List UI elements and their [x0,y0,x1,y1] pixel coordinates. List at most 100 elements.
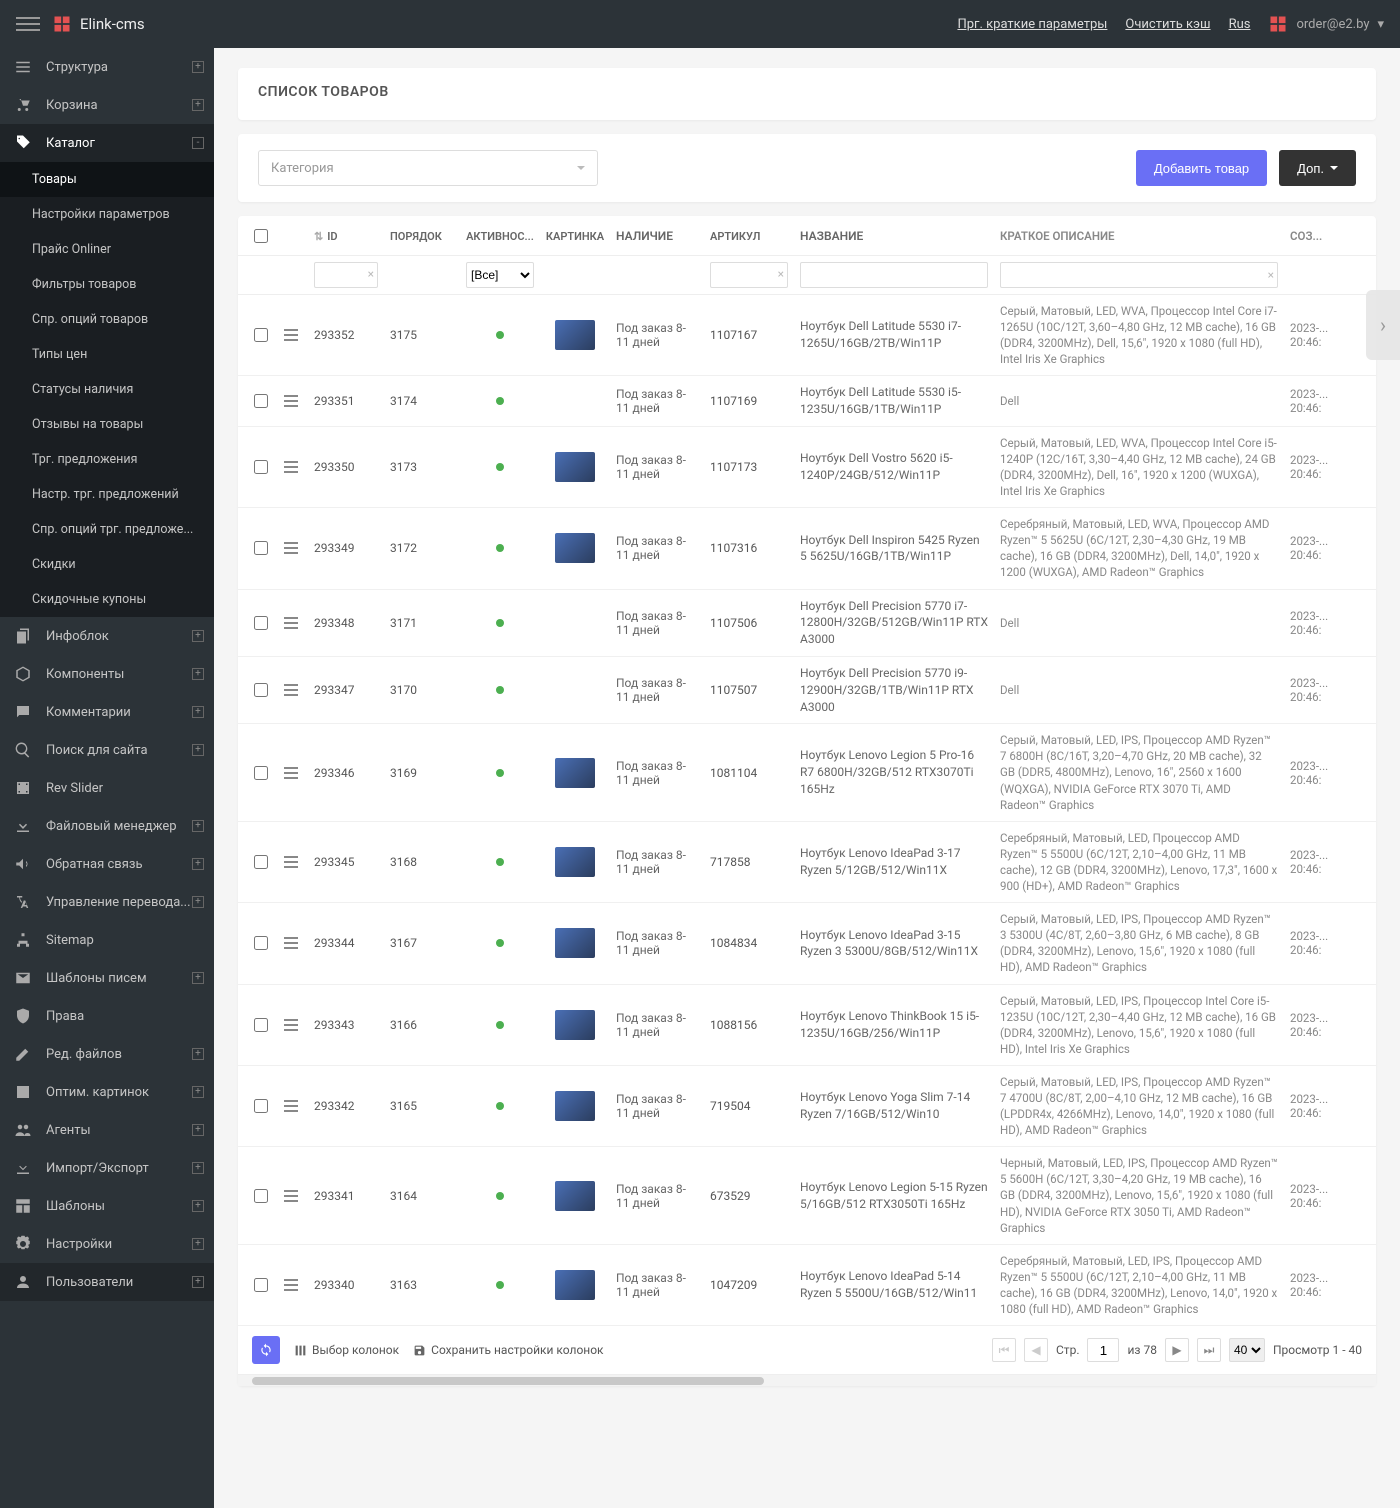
sidebar-subitem[interactable]: Спр. опций товаров [0,302,214,337]
expand-icon[interactable]: + [192,668,204,680]
horizontal-scrollbar[interactable] [238,1374,1376,1386]
sidebar-item[interactable]: Управление перевода...+ [0,883,214,921]
select-columns-button[interactable]: Выбор колонок [294,1343,399,1357]
row-checkbox[interactable] [254,1018,268,1032]
sidebar-item[interactable]: Структура+ [0,48,214,86]
sidebar-subitem[interactable]: Трг. предложения [0,442,214,477]
table-row[interactable]: 293341 3164 Под заказ 8-11 дней 673529 Н… [238,1147,1376,1244]
drag-handle-icon[interactable] [284,684,298,696]
table-row[interactable]: 293346 3169 Под заказ 8-11 дней 1081104 … [238,724,1376,821]
sidebar-item[interactable]: Sitemap [0,921,214,959]
sidebar-item[interactable]: Файловый менеджер+ [0,807,214,845]
table-row[interactable]: 293340 3163 Под заказ 8-11 дней 1047209 … [238,1245,1376,1326]
sidebar-item[interactable]: Инфоблок+ [0,617,214,655]
drag-handle-icon[interactable] [284,329,298,341]
sidebar-subitem[interactable]: Скидочные купоны [0,582,214,617]
drag-handle-icon[interactable] [284,542,298,554]
row-checkbox[interactable] [254,1278,268,1292]
filter-desc-input[interactable] [1000,262,1278,288]
sidebar-item[interactable]: Агенты+ [0,1111,214,1149]
sidebar-item[interactable]: Корзина+ [0,86,214,124]
expand-icon[interactable]: - [192,137,204,149]
drag-handle-icon[interactable] [284,395,298,407]
sidebar-item[interactable]: Компоненты+ [0,655,214,693]
row-checkbox[interactable] [254,766,268,780]
expand-icon[interactable]: + [192,1200,204,1212]
row-checkbox[interactable] [254,616,268,630]
table-row[interactable]: 293347 3170 Под заказ 8-11 дней 1107507 … [238,657,1376,724]
save-columns-button[interactable]: Сохранить настройки колонок [413,1343,603,1357]
drag-handle-icon[interactable] [284,1279,298,1291]
sidebar-item[interactable]: Оптим. картинок+ [0,1073,214,1111]
sidebar-item[interactable]: Комментарии+ [0,693,214,731]
sidebar-subitem[interactable]: Типы цен [0,337,214,372]
row-checkbox[interactable] [254,1189,268,1203]
sidebar-subitem[interactable]: Скидки [0,547,214,582]
table-row[interactable]: 293350 3173 Под заказ 8-11 дней 1107173 … [238,427,1376,508]
filter-name-input[interactable] [800,262,988,288]
page-number-input[interactable] [1087,1338,1119,1362]
expand-icon[interactable]: + [192,1162,204,1174]
lang-link[interactable]: Rus [1229,17,1251,32]
expand-icon[interactable]: + [192,99,204,111]
sidebar-subitem[interactable]: Спр. опций трг. предложе... [0,512,214,547]
drag-handle-icon[interactable] [284,1100,298,1112]
page-prev-button[interactable]: ◀ [1024,1338,1048,1362]
clear-filter-desc[interactable]: × [1268,267,1274,284]
sidebar-subitem[interactable]: Статусы наличия [0,372,214,407]
expand-icon[interactable]: + [192,630,204,642]
sidebar-item[interactable]: Пользователи+ [0,1263,214,1301]
sidebar-subitem[interactable]: Отзывы на товары [0,407,214,442]
row-checkbox[interactable] [254,328,268,342]
sidebar-item[interactable]: Права [0,997,214,1035]
sidebar-item[interactable]: Обратная связь+ [0,845,214,883]
row-checkbox[interactable] [254,855,268,869]
table-row[interactable]: 293342 3165 Под заказ 8-11 дней 719504 Н… [238,1066,1376,1147]
drag-handle-icon[interactable] [284,856,298,868]
sidebar-subitem[interactable]: Настройки параметров [0,197,214,232]
row-checkbox[interactable] [254,394,268,408]
row-checkbox[interactable] [254,541,268,555]
sidebar-item[interactable]: Шаблоны писем+ [0,959,214,997]
page-last-button[interactable]: ⏭ [1197,1338,1221,1362]
table-row[interactable]: 293348 3171 Под заказ 8-11 дней 1107506 … [238,590,1376,657]
sidebar-item[interactable]: Шаблоны+ [0,1187,214,1225]
drag-handle-icon[interactable] [284,617,298,629]
sidebar-subitem[interactable]: Товары [0,162,214,197]
drag-handle-icon[interactable] [284,937,298,949]
extra-actions-button[interactable]: Доп. [1279,150,1356,186]
drag-handle-icon[interactable] [284,1190,298,1202]
table-row[interactable]: 293344 3167 Под заказ 8-11 дней 1084834 … [238,903,1376,984]
add-product-button[interactable]: Добавить товар [1136,150,1267,186]
category-select[interactable]: Категория [258,150,598,186]
row-checkbox[interactable] [254,683,268,697]
filter-art-input[interactable] [710,262,788,288]
row-checkbox[interactable] [254,460,268,474]
drag-handle-icon[interactable] [284,1019,298,1031]
select-all-checkbox[interactable] [254,229,268,243]
clear-cache-link[interactable]: Очистить кэш [1125,17,1210,32]
sidebar-item[interactable]: Импорт/Экспорт+ [0,1149,214,1187]
sidebar-subitem[interactable]: Настр. трг. предложений [0,477,214,512]
sidebar-subitem[interactable]: Прайс Onliner [0,232,214,267]
expand-icon[interactable]: + [192,1276,204,1288]
scroll-right-button[interactable]: › [1366,290,1400,360]
expand-icon[interactable]: + [192,1048,204,1060]
expand-icon[interactable]: + [192,61,204,73]
prog-params-link[interactable]: Прг. краткие параметры [957,17,1107,32]
expand-icon[interactable]: + [192,820,204,832]
expand-icon[interactable]: + [192,744,204,756]
expand-icon[interactable]: + [192,1124,204,1136]
refresh-button[interactable] [252,1336,280,1364]
table-row[interactable]: 293349 3172 Под заказ 8-11 дней 1107316 … [238,508,1376,589]
clear-filter-id[interactable]: × [368,267,374,281]
expand-icon[interactable]: + [192,1086,204,1098]
page-next-button[interactable]: ▶ [1165,1338,1189,1362]
table-row[interactable]: 293352 3175 Под заказ 8-11 дней 1107167 … [238,295,1376,376]
expand-icon[interactable]: + [192,858,204,870]
page-first-button[interactable]: ⏮ [992,1338,1016,1362]
clear-filter-art[interactable]: × [778,267,784,281]
sidebar-item[interactable]: Rev Slider [0,769,214,807]
expand-icon[interactable]: + [192,896,204,908]
user-menu[interactable]: order@e2.by ▾ [1268,14,1384,34]
